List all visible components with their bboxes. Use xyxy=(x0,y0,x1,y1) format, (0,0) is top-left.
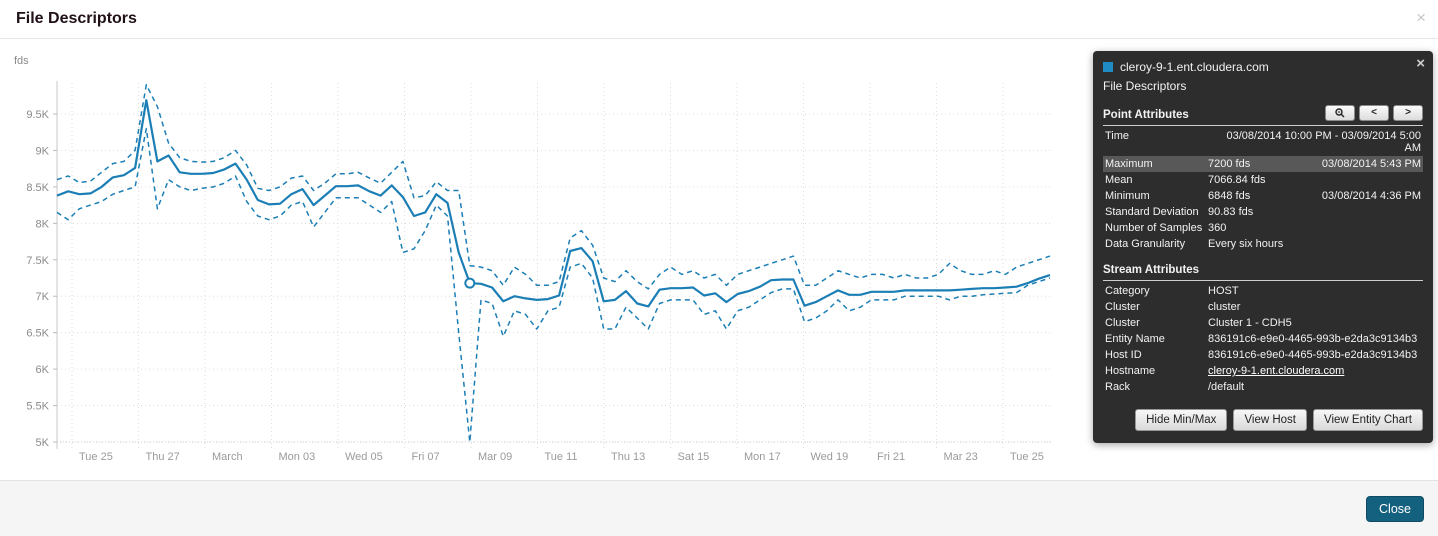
svg-text:Wed 05: Wed 05 xyxy=(345,451,383,463)
svg-text:Thu 27: Thu 27 xyxy=(146,451,180,463)
hostname-link[interactable]: cleroy-9-1.ent.cloudera.com xyxy=(1208,365,1421,377)
attr-row-entity-name: Entity Name 836191c6-e9e0-4465-993b-e2da… xyxy=(1103,331,1423,347)
prev-point-button[interactable]: < xyxy=(1359,105,1389,121)
svg-text:5.5K: 5.5K xyxy=(26,401,49,413)
point-attributes-title: Point Attributes xyxy=(1103,109,1189,121)
attr-row-stddev: Standard Deviation 90.83 fds xyxy=(1103,204,1423,220)
hide-minmax-button[interactable]: Hide Min/Max xyxy=(1135,409,1227,431)
stream-attributes-title: Stream Attributes xyxy=(1103,264,1199,276)
next-point-button[interactable]: > xyxy=(1393,105,1423,121)
panel-metric-name: File Descriptors xyxy=(1103,79,1423,93)
svg-text:Tue 11: Tue 11 xyxy=(545,451,578,463)
svg-text:6K: 6K xyxy=(36,364,50,376)
svg-text:8K: 8K xyxy=(36,218,50,230)
attr-row-rack: Rack /default xyxy=(1103,379,1423,395)
file-descriptors-modal: File Descriptors × fds 9.5K9K8.5K8K7.5K7… xyxy=(0,0,1438,536)
magnifier-icon xyxy=(1335,108,1345,118)
svg-text:Fri 07: Fri 07 xyxy=(412,451,440,463)
view-entity-chart-button[interactable]: View Entity Chart xyxy=(1313,409,1423,431)
point-nav-buttons: < > xyxy=(1325,105,1423,121)
svg-text:6.5K: 6.5K xyxy=(26,328,49,340)
panel-hostname: cleroy-9-1.ent.cloudera.com xyxy=(1120,60,1269,74)
attr-row-samples: Number of Samples 360 xyxy=(1103,220,1423,236)
modal-header: File Descriptors × xyxy=(0,0,1438,39)
attr-row-granularity: Data Granularity Every six hours xyxy=(1103,236,1423,252)
page-title: File Descriptors xyxy=(16,10,137,28)
svg-text:Sat 15: Sat 15 xyxy=(678,451,710,463)
panel-close-icon[interactable]: × xyxy=(1416,55,1425,72)
svg-text:Mar 09: Mar 09 xyxy=(478,451,512,463)
attr-row-minimum: Minimum 6848 fds 03/08/2014 4:36 PM xyxy=(1103,188,1423,204)
file-descriptors-chart[interactable]: 9.5K 9K 8.5K 8K 7.5K 7K 6.5K 6K 5.5K 5K Tue 25 Thu … xyxy=(0,39,1080,480)
svg-text:Tue 25: Tue 25 xyxy=(79,451,113,463)
svg-text:9K: 9K xyxy=(36,145,50,157)
attr-row-hostname: Hostname cleroy-9-1.ent.cloudera.com xyxy=(1103,363,1423,379)
chart-area: fds 9.5K9K8.5K8K7.5K7K6.5K6K5.5K5KTue 25… xyxy=(0,39,1080,480)
svg-text:7K: 7K xyxy=(36,291,50,303)
attr-row-category: Category HOST xyxy=(1103,283,1423,299)
svg-text:March: March xyxy=(212,451,243,463)
attr-row-host-id: Host ID 836191c6-e9e0-4465-993b-e2da3c91… xyxy=(1103,347,1423,363)
svg-text:9.5K: 9.5K xyxy=(26,109,49,121)
modal-close-icon[interactable]: × xyxy=(1416,8,1426,28)
panel-host-row: cleroy-9-1.ent.cloudera.com xyxy=(1103,60,1423,74)
svg-text:Mar 23: Mar 23 xyxy=(944,451,978,463)
panel-action-buttons: Hide Min/Max View Host View Entity Chart xyxy=(1103,409,1423,431)
svg-text:Fri 21: Fri 21 xyxy=(877,451,905,463)
svg-text:Mon 17: Mon 17 xyxy=(744,451,781,463)
attr-row-maximum[interactable]: Maximum 7200 fds 03/08/2014 5:43 PM xyxy=(1103,156,1423,172)
attr-row-cluster-name: Cluster Cluster 1 - CDH5 xyxy=(1103,315,1423,331)
attr-row-time: Time 03/08/2014 10:00 PM - 03/09/2014 5:… xyxy=(1103,128,1423,156)
svg-text:5K: 5K xyxy=(36,437,50,449)
attr-row-mean: Mean 7066.84 fds xyxy=(1103,172,1423,188)
svg-text:8.5K: 8.5K xyxy=(26,182,49,194)
series-color-swatch xyxy=(1103,62,1113,72)
point-details-panel: × cleroy-9-1.ent.cloudera.com File Descr… xyxy=(1093,51,1433,443)
modal-footer: Close xyxy=(0,480,1438,536)
svg-text:Mon 03: Mon 03 xyxy=(279,451,316,463)
attr-row-cluster: Cluster cluster xyxy=(1103,299,1423,315)
stream-attributes-header: Stream Attributes xyxy=(1103,264,1423,281)
zoom-to-point-button[interactable] xyxy=(1325,105,1355,121)
point-attributes-header: Point Attributes < > xyxy=(1103,105,1423,126)
stream-attributes-rows: Category HOST Cluster cluster Cluster Cl… xyxy=(1103,283,1423,395)
svg-text:Thu 13: Thu 13 xyxy=(611,451,645,463)
close-button[interactable]: Close xyxy=(1366,496,1424,522)
svg-text:Wed 19: Wed 19 xyxy=(811,451,849,463)
svg-text:Tue 25: Tue 25 xyxy=(1010,451,1044,463)
point-attributes-rows: Time 03/08/2014 10:00 PM - 03/09/2014 5:… xyxy=(1103,128,1423,252)
view-host-button[interactable]: View Host xyxy=(1233,409,1307,431)
svg-text:7.5K: 7.5K xyxy=(26,255,49,267)
